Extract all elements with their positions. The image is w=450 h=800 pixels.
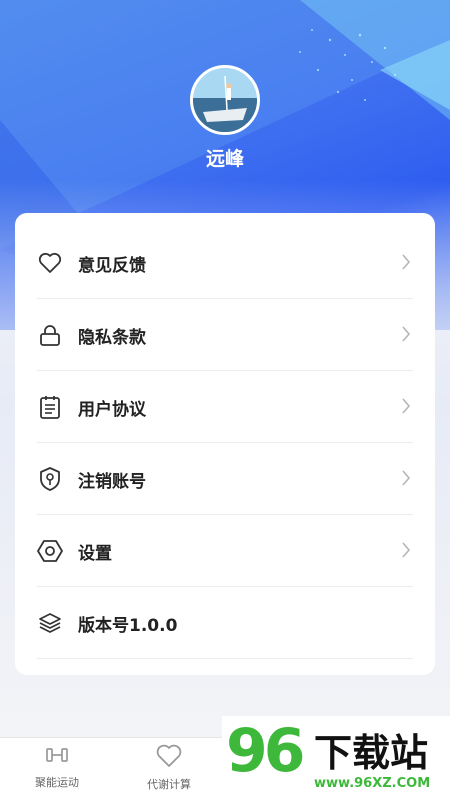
menu-item-label: 意见反馈 [78, 255, 146, 276]
heart-icon [37, 250, 63, 276]
avatar[interactable] [190, 65, 260, 135]
menu-item-label: 设置 [78, 543, 112, 564]
avatar-image [193, 68, 257, 132]
menu-item-version: 版本号1.0.0 [37, 587, 413, 659]
chevron-right-icon [401, 253, 411, 275]
watermark-number: 96 [226, 716, 305, 786]
layers-icon [37, 610, 63, 636]
chevron-right-icon [401, 541, 411, 563]
heart-outline-icon [156, 744, 182, 772]
tab-sports[interactable]: 聚能运动 [12, 744, 102, 790]
settings-hexagon-icon [37, 538, 63, 564]
chevron-right-icon [401, 469, 411, 491]
tab-label: 代谢计算 [147, 778, 191, 791]
shield-key-icon [37, 466, 63, 492]
tab-metabolism[interactable]: 代谢计算 [124, 744, 214, 792]
menu-card: 意见反馈 隐私条款 用户协议 注销账号 设置 版本号1.0.0 [15, 213, 435, 675]
chevron-right-icon [401, 325, 411, 347]
watermark-logo: 96 下载站 www.96XZ.COM [222, 716, 450, 800]
document-icon [37, 394, 63, 420]
version-label: 版本号1.0.0 [78, 615, 178, 636]
username: 远峰 [205, 148, 244, 170]
menu-item-feedback[interactable]: 意见反馈 [37, 227, 413, 299]
lock-icon [37, 322, 63, 348]
divider [37, 658, 413, 659]
menu-item-privacy[interactable]: 隐私条款 [37, 299, 413, 371]
watermark-url: www.96XZ.COM [314, 776, 431, 791]
watermark-title: 下载站 [314, 731, 429, 775]
menu-item-label: 隐私条款 [78, 327, 146, 348]
tab-label: 聚能运动 [35, 776, 79, 789]
menu-item-settings[interactable]: 设置 [37, 515, 413, 587]
menu-item-delete-account[interactable]: 注销账号 [37, 443, 413, 515]
menu-item-user-agreement[interactable]: 用户协议 [37, 371, 413, 443]
dumbbell-icon [45, 748, 69, 770]
chevron-right-icon [401, 397, 411, 419]
menu-item-label: 注销账号 [78, 471, 146, 492]
menu-item-label: 用户协议 [78, 399, 146, 420]
